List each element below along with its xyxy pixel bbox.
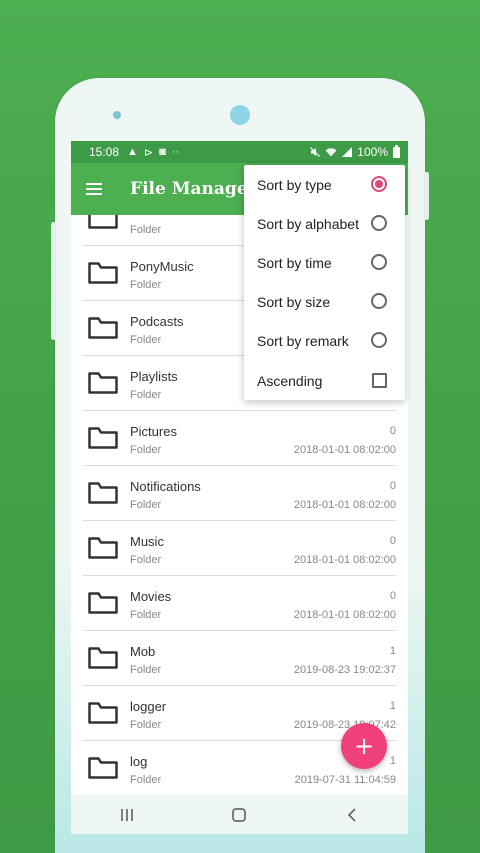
status-time: 15:08 xyxy=(89,145,120,159)
earpiece-dot xyxy=(113,111,121,119)
sort-by-remark-option[interactable]: Sort by remark xyxy=(244,321,405,360)
sort-by-time-option[interactable]: Sort by time xyxy=(244,243,405,282)
folder-icon xyxy=(88,317,118,339)
list-item[interactable]: Mob Folder 1 2019-08-23 19:02:37 xyxy=(83,631,396,686)
folder-icon xyxy=(88,262,118,284)
home-button[interactable] xyxy=(219,800,259,830)
sort-by-alphabet-option[interactable]: Sort by alphabet xyxy=(244,204,405,243)
file-name: Pictures xyxy=(130,424,177,439)
more-notifications-icon: ·· xyxy=(171,145,180,158)
recent-apps-icon xyxy=(121,808,133,821)
signal-icon xyxy=(342,147,353,157)
hamburger-menu-icon[interactable] xyxy=(86,183,102,195)
battery-icon xyxy=(393,144,400,158)
page-title: File Manager xyxy=(130,179,257,199)
radio-button[interactable] xyxy=(371,215,387,231)
radio-button[interactable] xyxy=(371,254,387,270)
file-name: PonyMusic xyxy=(130,259,194,274)
folder-icon xyxy=(88,592,118,614)
add-button[interactable]: + xyxy=(341,723,387,769)
radio-button[interactable] xyxy=(371,293,387,309)
file-date: 2018-01-01 08:02:00 xyxy=(293,609,396,621)
folder-icon xyxy=(88,537,118,559)
file-date: 2018-01-01 08:02:00 xyxy=(293,444,396,456)
file-count: 1 xyxy=(389,645,396,657)
file-name: Playlists xyxy=(130,369,178,384)
file-type: Folder xyxy=(130,664,162,676)
sort-option-label: Sort by size xyxy=(257,293,331,310)
folder-icon xyxy=(88,702,118,724)
folder-icon xyxy=(88,427,118,449)
front-camera xyxy=(230,105,250,125)
sort-menu: Sort by type Sort by alphabet Sort by ti… xyxy=(244,165,405,400)
file-name: Podcasts xyxy=(130,314,184,329)
folder-icon xyxy=(88,215,118,229)
back-icon xyxy=(347,807,356,822)
status-bar: 15:08 ▲ ⊳ ◙ ·· 100% xyxy=(71,141,408,163)
system-nav-bar xyxy=(71,795,408,834)
file-type: Folder xyxy=(130,499,162,511)
folder-icon xyxy=(88,482,118,504)
file-date: 2019-07-31 11:04:59 xyxy=(294,774,396,786)
file-type: Folder xyxy=(130,279,162,291)
list-item[interactable]: Notifications Folder 0 2018-01-01 08:02:… xyxy=(83,466,396,521)
folder-icon xyxy=(88,757,118,779)
battery-percent: 100% xyxy=(357,145,388,159)
file-type: Folder xyxy=(130,224,162,236)
file-date: 2018-01-01 08:02:00 xyxy=(293,499,396,511)
file-count: 0 xyxy=(389,480,396,492)
wifi-icon xyxy=(325,148,337,157)
file-type: Folder xyxy=(130,774,162,786)
mute-icon xyxy=(310,147,321,157)
file-type: Folder xyxy=(130,719,162,731)
radio-button-checked[interactable] xyxy=(371,176,387,192)
ascending-option[interactable]: Ascending xyxy=(244,361,405,400)
sort-option-label: Sort by remark xyxy=(257,332,349,349)
file-name: Mob xyxy=(130,644,156,659)
file-count: 1 xyxy=(389,755,396,767)
play-store-icon: ⊳ xyxy=(143,146,154,159)
file-count: 0 xyxy=(389,590,396,602)
status-system-icons: 100% xyxy=(310,144,400,159)
file-date: 2019-08-23 19:02:37 xyxy=(293,664,396,676)
file-count: 0 xyxy=(389,425,396,437)
file-name: Music xyxy=(130,534,164,549)
recent-apps-button[interactable] xyxy=(107,800,147,830)
sort-option-label: Sort by alphabet xyxy=(257,215,359,232)
file-count: 1 xyxy=(389,700,396,712)
sort-option-label: Sort by type xyxy=(257,176,332,193)
sort-option-label: Sort by time xyxy=(257,254,332,271)
file-type: Folder xyxy=(130,389,162,401)
sort-by-size-option[interactable]: Sort by size xyxy=(244,282,405,321)
file-date: 2018-01-01 08:02:00 xyxy=(293,554,396,566)
app-notification-icon: ◙ xyxy=(159,145,166,158)
warning-icon: ▲ xyxy=(127,145,138,158)
file-type: Folder xyxy=(130,444,162,456)
radio-button[interactable] xyxy=(371,332,387,348)
folder-icon xyxy=(88,647,118,669)
file-type: Folder xyxy=(130,334,162,346)
file-name: logger xyxy=(130,699,167,714)
file-name: log xyxy=(130,754,148,769)
file-name: Notifications xyxy=(130,479,201,494)
file-name: Movies xyxy=(130,589,172,604)
volume-button xyxy=(51,222,56,340)
status-notification-icons: ▲ ⊳ ◙ ·· xyxy=(127,146,179,159)
list-item[interactable]: Music Folder 0 2018-01-01 08:02:00 xyxy=(83,521,396,576)
home-icon xyxy=(232,807,247,822)
file-type: Folder xyxy=(130,609,162,621)
file-count: 0 xyxy=(389,535,396,547)
back-button[interactable] xyxy=(332,800,372,830)
file-type: Folder xyxy=(130,554,162,566)
sort-by-type-option[interactable]: Sort by type xyxy=(244,165,405,204)
ascending-checkbox[interactable] xyxy=(372,373,387,388)
plus-icon: + xyxy=(353,732,375,760)
list-item[interactable]: Pictures Folder 0 2018-01-01 08:02:00 xyxy=(83,411,396,466)
folder-icon xyxy=(88,372,118,394)
list-item[interactable]: Movies Folder 0 2018-01-01 08:02:00 xyxy=(83,576,396,631)
power-button xyxy=(424,172,429,220)
sort-option-label: Ascending xyxy=(257,372,323,389)
